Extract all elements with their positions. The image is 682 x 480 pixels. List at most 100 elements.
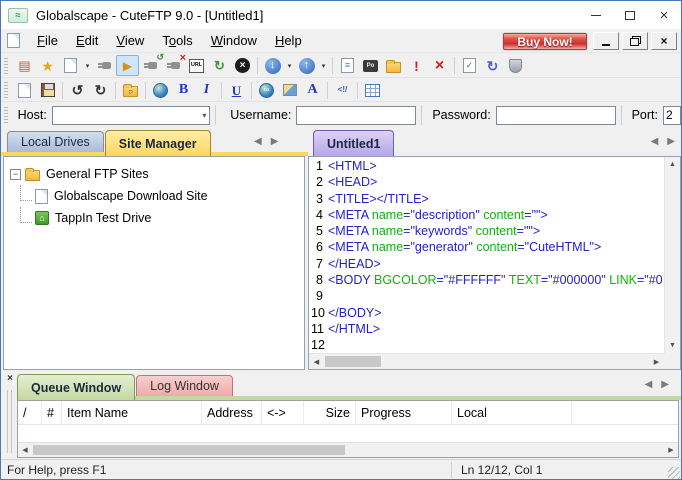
queue-column-status[interactable]: /	[18, 401, 42, 424]
queue-column-address[interactable]: Address	[202, 401, 262, 424]
toolbar-grip[interactable]	[4, 82, 8, 98]
host-combobox[interactable]: ▾	[52, 106, 211, 125]
menu-item-view[interactable]: View	[107, 31, 153, 50]
queue-column-size[interactable]: Size	[304, 401, 356, 424]
new-folder-button[interactable]	[382, 55, 405, 76]
resize-grip[interactable]	[668, 467, 680, 479]
dock-drag-grip[interactable]	[7, 390, 12, 453]
scroll-left-icon[interactable]: ◀	[309, 354, 324, 369]
address-book-button[interactable]: ▤	[13, 55, 36, 76]
stop-button[interactable]: ×	[231, 55, 254, 76]
port-field[interactable]	[663, 106, 681, 125]
mdi-close-button[interactable]: ×	[651, 32, 677, 50]
editor-horizontal-scrollbar[interactable]: ◀ ▶	[309, 353, 664, 369]
editor-vertical-scrollbar[interactable]: ▲ ▼	[664, 157, 680, 353]
scroll-left-icon[interactable]: ◀	[645, 380, 653, 390]
scroll-right-icon[interactable]: ▶	[661, 380, 669, 390]
url-watch-button[interactable]: URL	[185, 55, 208, 76]
tab-log-window[interactable]: Log Window	[136, 375, 233, 396]
toolbar-grip[interactable]	[4, 58, 8, 74]
window-maximize-button[interactable]	[613, 1, 647, 29]
queue-column-item-name[interactable]: Item Name	[62, 401, 202, 424]
edit-queue-button[interactable]: ≡	[336, 55, 359, 76]
tree-item-globalscape-download-site[interactable]: Globalscape Download Site	[4, 185, 304, 207]
queue-column-direction[interactable]: <->	[262, 401, 304, 424]
save-button[interactable]	[36, 80, 59, 101]
buy-now-button[interactable]: Buy Now!	[503, 33, 587, 50]
scroll-left-icon[interactable]: ◀	[651, 137, 659, 147]
tab-local-drives[interactable]: Local Drives	[7, 131, 104, 152]
tree-item-general-ftp-sites[interactable]: −General FTP Sites	[4, 163, 304, 185]
scroll-right-icon[interactable]: ▶	[667, 137, 675, 147]
security-button[interactable]	[504, 55, 527, 76]
scroll-left-icon[interactable]: ◀	[254, 137, 262, 147]
delete-button[interactable]: ×	[428, 55, 451, 76]
scroll-right-icon[interactable]: ▶	[271, 137, 279, 147]
queue-column-progress[interactable]: Progress	[356, 401, 452, 424]
quick-connect-button[interactable]: ▶	[116, 55, 139, 76]
redo-button[interactable]: ↻	[89, 80, 112, 101]
new-page-button[interactable]	[13, 80, 36, 101]
undo-button[interactable]: ↺	[66, 80, 89, 101]
tab-untitled1[interactable]: Untitled1	[313, 130, 394, 156]
pod-report-button[interactable]: Po	[359, 55, 382, 76]
html-code-editor[interactable]: 1<HTML>2<HEAD>3<TITLE></TITLE>4<META nam…	[308, 156, 681, 370]
scrollbar-thumb[interactable]	[33, 445, 345, 455]
download-button[interactable]: ↓	[261, 55, 284, 76]
scrollbar-thumb[interactable]	[325, 356, 381, 367]
verify-button[interactable]: ✓	[458, 55, 481, 76]
tree-item-tappin-test-drive[interactable]: ⌂TappIn Test Drive	[4, 207, 304, 229]
insert-table-button[interactable]	[361, 80, 384, 101]
dock-close-button[interactable]: ×	[4, 372, 16, 384]
queue-column-number[interactable]: #	[42, 401, 62, 424]
window-close-button[interactable]: ×	[647, 1, 681, 29]
tab-queue-window[interactable]: Queue Window	[17, 374, 135, 400]
menu-item-file[interactable]: File	[28, 31, 67, 50]
download-dropdown[interactable]: ▾	[284, 55, 295, 76]
connection-wizard-button[interactable]: ★	[36, 55, 59, 76]
connect-button[interactable]	[93, 55, 116, 76]
sync-button[interactable]: ↻	[481, 55, 504, 76]
browser-preview-button[interactable]	[149, 80, 172, 101]
priority-button[interactable]: !	[405, 55, 428, 76]
scroll-right-icon[interactable]: ▶	[649, 354, 664, 369]
site-manager-tree[interactable]: −General FTP SitesGlobalscape Download S…	[3, 156, 305, 370]
refresh-button[interactable]: ↻	[208, 55, 231, 76]
find-button[interactable]: ○	[119, 80, 142, 101]
upload-dropdown[interactable]: ▾	[318, 55, 329, 76]
queue-column-local[interactable]: Local	[452, 401, 572, 424]
reconnect-button[interactable]	[139, 55, 162, 76]
underline-button[interactable]: U	[225, 80, 248, 101]
font-color-button[interactable]: A	[301, 80, 324, 101]
username-field[interactable]	[296, 106, 416, 125]
scroll-up-icon[interactable]: ▲	[665, 157, 680, 172]
disconnect-button[interactable]	[162, 55, 185, 76]
mdi-minimize-button[interactable]	[593, 32, 619, 50]
toolbar-grip[interactable]	[4, 107, 8, 123]
scroll-left-icon[interactable]: ◀	[18, 443, 32, 457]
menu-item-window[interactable]: Window	[202, 31, 266, 50]
html-comment-button[interactable]: <!/	[331, 80, 354, 101]
scroll-right-icon[interactable]: ▶	[664, 443, 678, 457]
chevron-down-icon[interactable]: ▾	[202, 111, 206, 120]
menu-item-tools[interactable]: Tools	[153, 31, 201, 50]
menu-item-help[interactable]: Help	[266, 31, 311, 50]
window-minimize-button[interactable]	[579, 1, 613, 29]
insert-image-button[interactable]	[278, 80, 301, 101]
tab-site-manager[interactable]: Site Manager	[105, 130, 211, 156]
mdi-restore-button[interactable]	[622, 32, 648, 50]
document-system-menu-icon[interactable]	[7, 33, 20, 48]
username-label: Username:	[230, 108, 291, 122]
scroll-down-icon[interactable]: ▼	[665, 338, 680, 353]
queue-horizontal-scrollbar[interactable]: ◀ ▶	[18, 442, 678, 457]
new-site-dropdown[interactable]: ▾	[82, 55, 93, 76]
tree-collapse-icon[interactable]: −	[10, 169, 21, 180]
password-field[interactable]	[496, 106, 616, 125]
italic-button[interactable]: I	[195, 80, 218, 101]
bold-button[interactable]: B	[172, 80, 195, 101]
menu-item-edit[interactable]: Edit	[67, 31, 107, 50]
new-site-button[interactable]	[59, 55, 82, 76]
insert-link-button[interactable]: ∞	[255, 80, 278, 101]
code-area[interactable]: 1<HTML>2<HEAD>3<TITLE></TITLE>4<META nam…	[311, 158, 664, 353]
upload-button[interactable]: ↑	[295, 55, 318, 76]
